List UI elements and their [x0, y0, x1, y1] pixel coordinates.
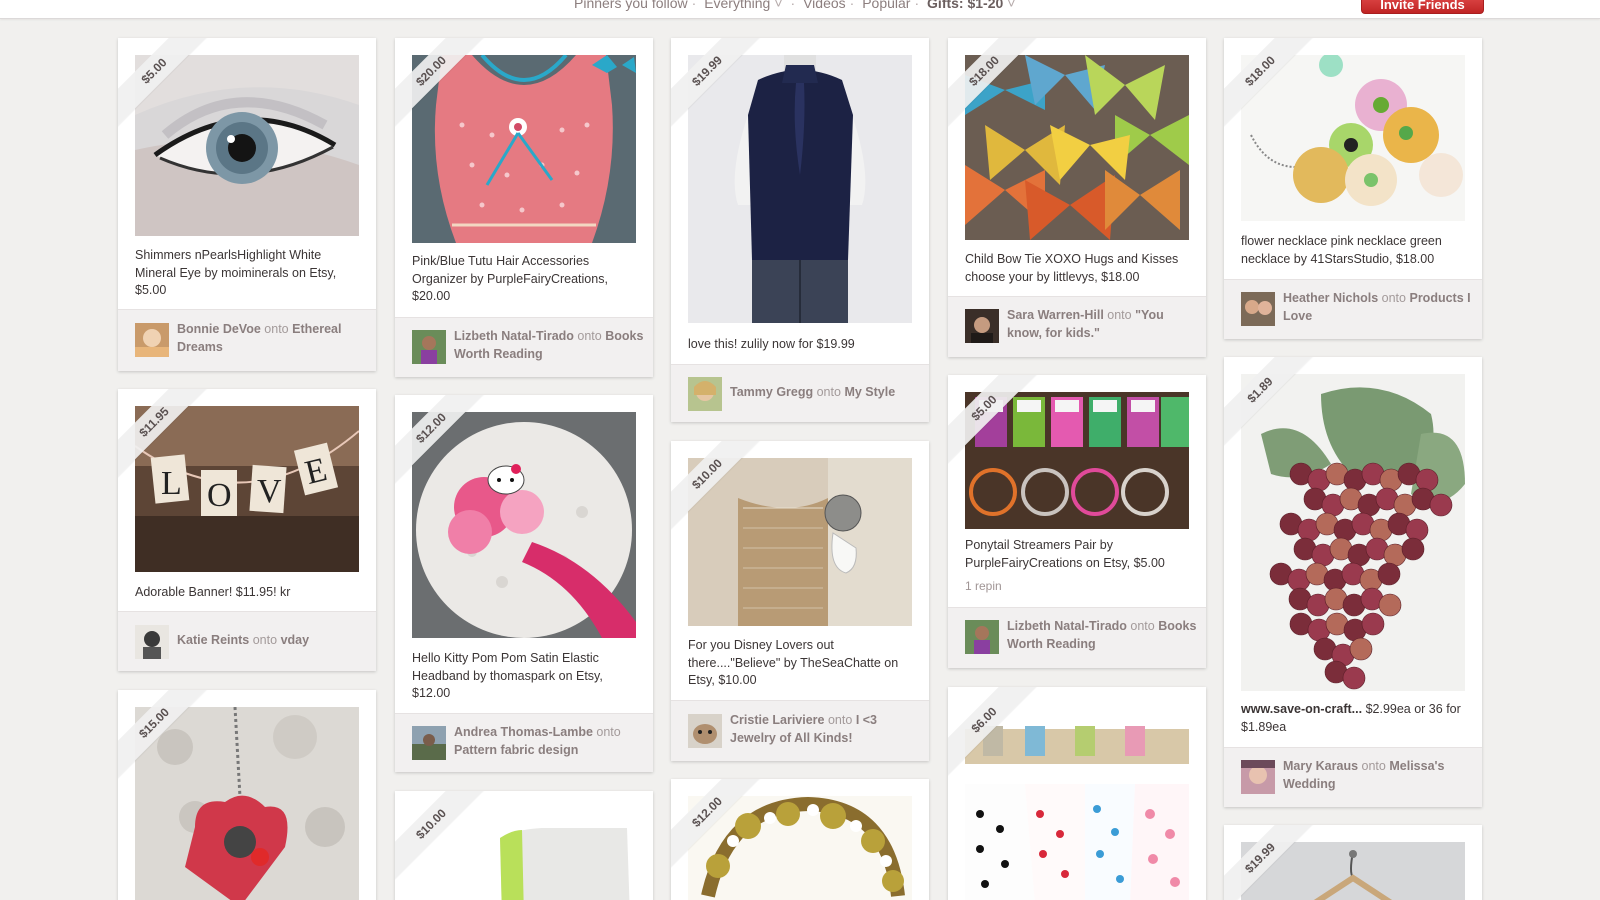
pin-image-grapes[interactable] — [1241, 374, 1465, 691]
pinner-name[interactable]: Mary Karaus — [1283, 759, 1358, 773]
board-name[interactable]: vday — [281, 633, 310, 647]
pinner-name[interactable]: Bonnie DeVoe — [177, 322, 261, 336]
pin-image-kitty-headband[interactable] — [412, 412, 636, 638]
feed-filters: Pinners you follow · Everything ˅ · Videos ·… — [574, 0, 1019, 11]
pin-image-navy-blouse[interactable] — [688, 55, 912, 323]
onto-label: onto — [816, 385, 841, 399]
pinner-name[interactable]: Katie Reints — [177, 633, 249, 647]
pin-attribution: Mary Karaus onto Melissa's Wedding — [1224, 747, 1482, 807]
filter-videos[interactable]: Videos — [803, 0, 846, 11]
filter-everything[interactable]: Everything — [704, 0, 770, 11]
pin-attribution: Andrea Thomas-Lambe onto Pattern fabric … — [395, 713, 653, 772]
pin-image-heart-pendant[interactable] — [135, 707, 359, 900]
filter-gifts[interactable]: Gifts: $1-20 — [927, 0, 1003, 11]
filter-popular[interactable]: Popular — [862, 0, 910, 11]
pin-card[interactable]: $19.99 love this! zulily now for $19.99 … — [671, 38, 929, 422]
pin-description: flower necklace pink necklace green neck… — [1241, 234, 1442, 266]
pin-description: love this! zulily now for $19.99 — [688, 337, 855, 351]
onto-label: onto — [1381, 291, 1406, 305]
pin-description: For you Disney Lovers out there...."Beli… — [688, 638, 899, 687]
pin-description: Ponytail Streamers Pair by PurpleFairyCr… — [965, 538, 1165, 570]
pin-attribution: Lizbeth Natal-Tirado onto Books Worth Re… — [395, 317, 653, 377]
pin-description: Hello Kitty Pom Pom Satin Elastic Headba… — [412, 651, 603, 700]
pin-card[interactable]: $18.00 flower necklace pink necklace gre… — [1224, 38, 1482, 339]
avatar[interactable] — [412, 330, 446, 364]
pin-image-flower-necklace[interactable] — [1241, 55, 1465, 221]
avatar[interactable] — [965, 309, 999, 343]
pin-description: Child Bow Tie XOXO Hugs and Kisses choos… — [965, 252, 1179, 284]
avatar[interactable] — [1241, 292, 1275, 326]
pin-image-polka-dot-fabric[interactable] — [965, 704, 1189, 900]
pin-description: www.save-on-craft... $2.99ea or 36 for $… — [1241, 701, 1467, 736]
pin-description: Shimmers nPearlsHighlight White Mineral … — [135, 248, 337, 297]
chevron-down-icon[interactable]: ˅ — [1007, 0, 1015, 11]
pinner-name[interactable]: Heather Nichols — [1283, 291, 1378, 305]
invite-friends-button[interactable]: Invite Friends — [1361, 0, 1484, 14]
pin-attribution: Heather Nichols onto Products I Love — [1224, 279, 1482, 339]
pinner-name[interactable]: Sara Warren-Hill — [1007, 308, 1104, 322]
source-link[interactable]: www.save-on-craft... — [1241, 702, 1362, 716]
pin-card[interactable]: $10.00 — [395, 791, 653, 900]
avatar[interactable] — [688, 377, 722, 411]
pin-image-love-banner[interactable]: L O V E — [135, 406, 359, 572]
pin-card[interactable]: $15.00 — [118, 690, 376, 900]
pin-image-bow-ties[interactable] — [965, 55, 1189, 240]
onto-label: onto — [252, 633, 278, 647]
pin-card[interactable]: $1.89 www.save-on-craft... $2.99ea or 36… — [1224, 357, 1482, 807]
onto-label: onto — [1107, 308, 1132, 322]
onto-label: onto — [596, 725, 621, 739]
repin-count: 1 repin — [965, 579, 1002, 593]
chevron-down-icon[interactable]: ˅ — [774, 0, 782, 11]
pin-card[interactable]: $12.00 — [671, 779, 929, 900]
top-nav-bar: Pinners you follow · Everything ˅ · Videos ·… — [0, 0, 1600, 19]
pin-description: Pink/Blue Tutu Hair Accessories Organize… — [412, 254, 608, 303]
avatar[interactable] — [1241, 760, 1275, 794]
pin-card[interactable]: $6.00 — [948, 687, 1206, 900]
avatar[interactable] — [135, 625, 169, 659]
svg-text:L: L — [161, 465, 182, 502]
svg-text:V: V — [257, 473, 282, 510]
pinner-name[interactable]: Lizbeth Natal-Tirado — [1007, 619, 1127, 633]
onto-label: onto — [1130, 619, 1155, 633]
pin-card[interactable]: $12.00 Hello Kitty Pom Pom Satin Elastic… — [395, 395, 653, 772]
pin-card[interactable]: $10.00 For you Disney Lovers out there..… — [671, 441, 929, 761]
onto-label: onto — [1361, 759, 1386, 773]
pin-attribution: Sara Warren-Hill onto "You know, for kid… — [948, 296, 1206, 357]
pin-image-disney-bookmark[interactable] — [688, 458, 912, 626]
board-name[interactable]: My Style — [844, 385, 895, 399]
pin-card[interactable]: $11.95 L O V E Adorable Banner! $11.95! … — [118, 389, 376, 671]
pin-description: Adorable Banner! $11.95! kr — [135, 585, 291, 599]
pin-attribution: Bonnie DeVoe onto Ethereal Dreams — [118, 309, 376, 371]
pinner-name[interactable]: Lizbeth Natal-Tirado — [454, 329, 574, 343]
onto-label: onto — [577, 329, 602, 343]
board-name[interactable]: Pattern fabric design — [454, 743, 578, 757]
svg-text:O: O — [207, 477, 232, 514]
pinner-name[interactable]: Cristie Lariviere — [730, 713, 825, 727]
pin-attribution: Lizbeth Natal-Tirado onto Books Worth Re… — [948, 607, 1206, 668]
avatar[interactable] — [412, 726, 446, 760]
pin-image-ponytail-streamers[interactable] — [965, 392, 1189, 529]
pinner-name[interactable]: Andrea Thomas-Lambe — [454, 725, 593, 739]
onto-label: onto — [264, 322, 289, 336]
avatar[interactable] — [135, 323, 169, 357]
pin-card[interactable]: $19.99 — [1224, 825, 1482, 900]
filter-pinners-you-follow[interactable]: Pinners you follow — [574, 0, 688, 11]
pinner-name[interactable]: Tammy Gregg — [730, 385, 813, 399]
pin-card[interactable]: $18.00 Child Bow Tie XOXO Hugs and Kisse… — [948, 38, 1206, 357]
pin-attribution: Katie Reints onto vday — [118, 611, 376, 671]
pin-image-eye-makeup[interactable] — [135, 55, 359, 236]
pin-image-tutu-organizer[interactable] — [412, 55, 636, 243]
pin-attribution: Tammy Gregg onto My Style — [671, 364, 929, 422]
pin-attribution: Cristie Lariviere onto I <3 Jewelry of A… — [671, 700, 929, 761]
onto-label: onto — [827, 713, 853, 727]
pin-card[interactable]: $5.00 Shimmers nPearlsHighlight White Mi… — [118, 38, 376, 371]
pin-card[interactable]: $20.00 Pink/Blue Tutu Hair Accessories O… — [395, 38, 653, 377]
pin-card[interactable]: $5.00 Ponytail Streamers Pair by PurpleF… — [948, 375, 1206, 668]
avatar[interactable] — [688, 714, 722, 748]
avatar[interactable] — [965, 620, 999, 654]
